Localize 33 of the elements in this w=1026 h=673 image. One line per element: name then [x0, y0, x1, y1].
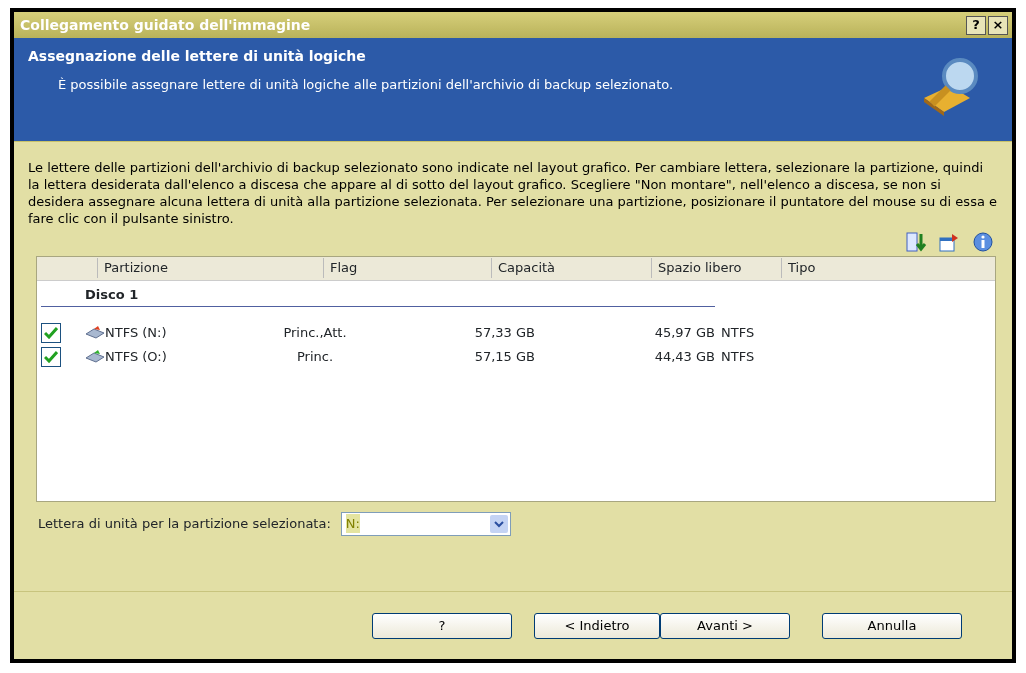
column-header[interactable]: Capacità — [491, 258, 651, 278]
checkbox[interactable] — [41, 347, 61, 368]
description-text: Le lettere delle partizioni dell'archivio di backup selezionato sono indicate nel layout grafico. Per cambiare lettera, selezionare la partizione, quindi la lettera desiderata dall'elenco a discesa che appare al di sotto del layout grafico. Scegliere "Non montare", nell'elenco a discesa, se non si desidera assegnare alcuna lettera di unità alla partizione selezionata. Per selezionare una partizione, posizionare il puntatore del mouse su di essa e fare clic con il pulsante sinistro. — [27, 159, 998, 228]
column-header[interactable]: Flag — [323, 258, 491, 278]
drive-letter-label: Lettera di unità per la partizione selezionata: — [38, 514, 331, 533]
cancel-button[interactable]: Annulla — [822, 612, 962, 639]
info-icon[interactable] — [972, 231, 994, 252]
sort-icon[interactable] — [906, 231, 928, 252]
flag-text: Princ.,Att. — [282, 324, 348, 343]
type-text: NTFS — [720, 324, 756, 343]
help-button[interactable]: ? — [372, 612, 512, 639]
partition-name: NTFS (O:) — [105, 348, 168, 367]
disk-group-header: Disco 1 — [41, 280, 715, 308]
capacity-text: 57,33 GB — [473, 324, 535, 343]
checkbox[interactable] — [41, 323, 61, 344]
help-button[interactable]: ? — [966, 15, 986, 35]
type-text: NTFS — [720, 348, 756, 367]
window-title: Collegamento guidato dell'immagine — [20, 15, 311, 35]
flag-text: Princ. — [295, 348, 335, 367]
free-space-text: 44,43 GB — [653, 348, 715, 367]
header-title: Assegnazione delle lettere di unità logiche — [28, 48, 367, 65]
partition-name: NTFS (N:) — [105, 324, 168, 343]
free-space-text: 45,97 GB — [653, 324, 715, 343]
back-button[interactable]: < Indietro — [534, 612, 660, 639]
close-button[interactable]: × — [988, 15, 1008, 35]
column-header[interactable]: Spazio libero — [651, 258, 781, 278]
header-subtitle: È possibile assegnare lettere di unità logiche alle partizioni dell'archivio di backup selezionato. — [58, 76, 675, 94]
drive-icon — [85, 326, 105, 341]
next-button[interactable]: Avanti > — [660, 612, 790, 639]
drive-icon — [85, 350, 105, 365]
capacity-text: 57,15 GB — [473, 348, 535, 367]
column-header[interactable]: Partizione — [97, 258, 323, 278]
column-header[interactable]: Tipo — [781, 258, 901, 278]
